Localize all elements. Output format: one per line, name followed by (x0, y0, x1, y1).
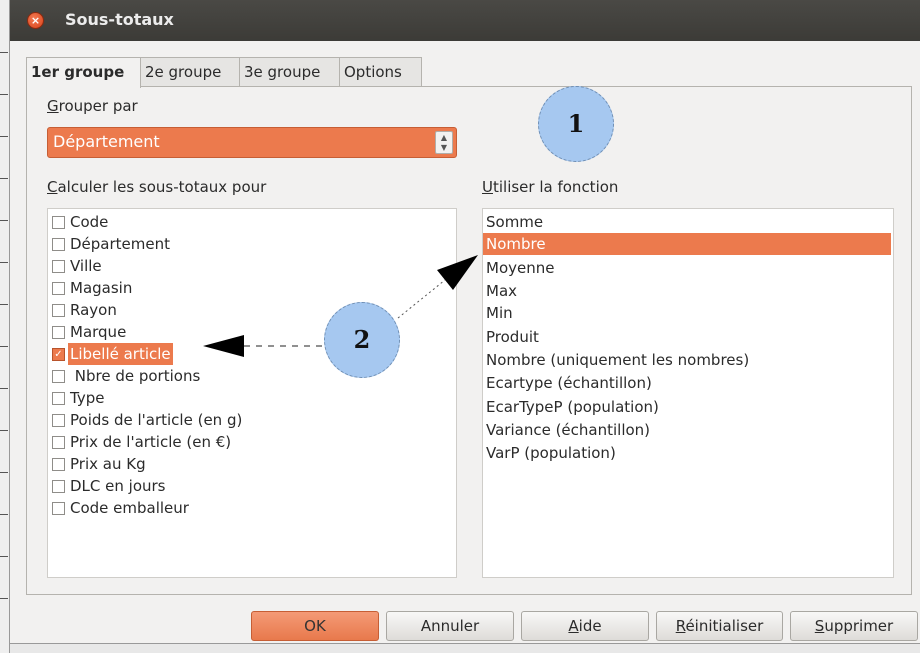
spreadsheet-bottom-edge (10, 643, 920, 653)
dialog-title: Sous-totaux (65, 10, 174, 29)
checkbox[interactable] (52, 326, 65, 339)
checkbox[interactable] (52, 502, 65, 515)
spreadsheet-edge (0, 0, 10, 653)
group-by-label: Grouper par (47, 97, 138, 115)
checkbox[interactable] (52, 370, 65, 383)
tab-options[interactable]: Options (339, 57, 422, 87)
cancel-button[interactable]: Annuler (386, 611, 514, 641)
checkbox[interactable] (52, 392, 65, 405)
group-by-select[interactable]: Département ▲ ▼ (47, 127, 457, 158)
list-item[interactable]: Moyenne (483, 257, 891, 279)
help-button[interactable]: Aide (521, 611, 649, 641)
list-item[interactable]: Nombre (uniquement les nombres) (483, 349, 891, 371)
checkbox-checked[interactable]: ✓ (52, 348, 65, 361)
list-item[interactable]: Produit (483, 326, 891, 348)
list-item[interactable]: EcarTypeP (population) (483, 396, 891, 418)
list-item-selected[interactable]: Nombre (483, 233, 891, 255)
function-label: Utiliser la fonction (482, 178, 619, 196)
tab-first-group[interactable]: 1er groupe (26, 57, 141, 88)
list-item[interactable]: Somme (483, 211, 891, 233)
group-by-value: Département (53, 132, 160, 151)
callout-1: 1 (538, 86, 614, 162)
tab-second-group[interactable]: 2e groupe (140, 57, 240, 87)
checkbox[interactable] (52, 304, 65, 317)
checkbox[interactable] (52, 480, 65, 493)
function-listbox[interactable]: Somme Nombre Moyenne Max Min Produit Nom… (482, 208, 894, 578)
columns-listbox[interactable]: Code Département Ville Magasin Rayon Mar… (47, 208, 457, 578)
list-item[interactable]: Max (483, 280, 891, 302)
spinner-icon[interactable]: ▲ ▼ (435, 131, 453, 154)
delete-button[interactable]: Supprimer (790, 611, 918, 641)
list-item[interactable]: Variance (échantillon) (483, 419, 891, 441)
close-icon[interactable]: × (27, 12, 44, 29)
title-bar: × Sous-totaux (10, 0, 920, 41)
reset-button[interactable]: Réinitialiser (656, 611, 783, 641)
checkbox[interactable] (52, 238, 65, 251)
callout-2: 2 (324, 302, 400, 378)
list-item[interactable]: Min (483, 302, 891, 324)
subtotals-dialog: × Sous-totaux 1er groupe 2e groupe 3e gr… (10, 0, 920, 643)
checkbox[interactable] (52, 260, 65, 273)
tab-third-group[interactable]: 3e groupe (239, 57, 340, 87)
checkbox[interactable] (52, 282, 65, 295)
list-item[interactable]: VarP (population) (483, 442, 891, 464)
list-item[interactable]: Ecartype (échantillon) (483, 372, 891, 394)
checkbox[interactable] (52, 458, 65, 471)
checkbox[interactable] (52, 216, 65, 229)
ok-button[interactable]: OK (251, 611, 379, 641)
checkbox[interactable] (52, 414, 65, 427)
columns-label: Calculer les sous-totaux pour (47, 178, 267, 196)
checkbox[interactable] (52, 436, 65, 449)
